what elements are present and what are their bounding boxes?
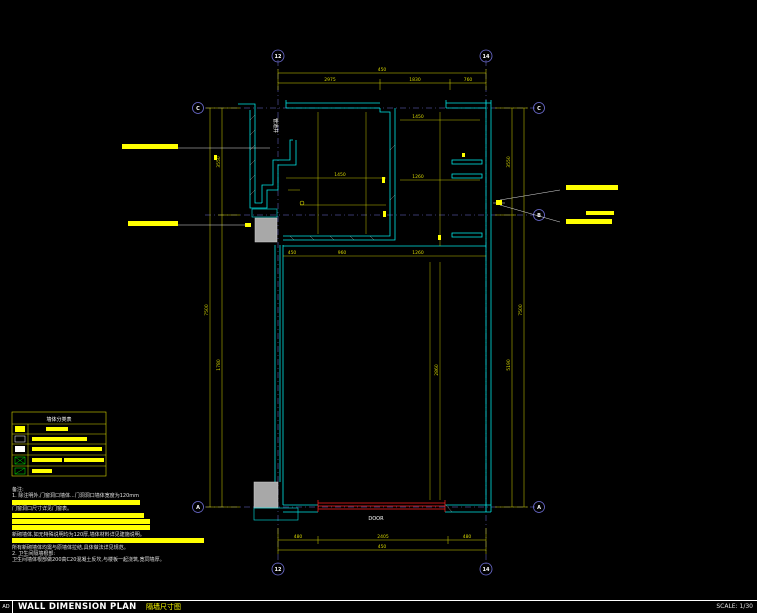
notes-highlight-row-5 [12, 538, 212, 544]
bottom-dimension-chain [277, 528, 487, 554]
interior-dim-6: 450 [288, 250, 297, 256]
legend-box: 墙体分类表 [11, 411, 107, 477]
title-bar-tag: AD [0, 601, 13, 613]
top-dim-seg-1: 2975 [324, 77, 336, 83]
svg-text:12: 12 [275, 54, 282, 60]
drawing-title: WALL DIMENSION PLAN [18, 602, 137, 612]
grid-bubble-col-left-bottom: 12 [271, 562, 285, 576]
svg-text:C: C [537, 106, 541, 112]
interior-dim-5: 960 [338, 250, 347, 256]
grid-bubble-row-top-left: C [192, 102, 204, 114]
column-block-upper [254, 217, 278, 243]
grid-bubble-col-right-bottom: 14 [479, 562, 493, 576]
svg-text:14: 14 [483, 567, 490, 573]
svg-text:A: A [537, 505, 541, 511]
bottom-dim-overall: 450 [378, 544, 387, 550]
svg-text:C: C [196, 106, 200, 112]
notes-block: 备注: 1. 除注明外,门窗洞口墙体...门洞洞口墙体宽度为120mm 门窗洞口… [12, 487, 212, 564]
drawing-scale: SCALE: 1/30 [716, 603, 753, 610]
annotation-highlight-6 [496, 200, 502, 205]
left-dim-outer: 7500 [204, 304, 210, 316]
svg-text:14: 14 [483, 54, 490, 60]
interior-dim-4: 1260 [412, 250, 424, 256]
left-dim-lower: 1780 [216, 359, 222, 371]
bottom-dim-seg-3: 480 [463, 534, 472, 540]
drawing-subtitle: 隔墙尺寸图 [146, 603, 181, 611]
annotation-highlight-7 [245, 223, 251, 227]
top-dim-overall: 450 [378, 67, 387, 73]
target-marker [299, 200, 305, 206]
interior-dim-3: 1260 [412, 174, 424, 180]
annotation-highlight-4 [586, 211, 614, 215]
top-dim-seg-2: 1830 [409, 77, 421, 83]
annotation-highlight-5 [566, 219, 612, 224]
grid-bubble-row-top-right: C [533, 102, 545, 114]
right-dim-upper: 3550 [506, 156, 512, 168]
door-label: DOOR [368, 516, 384, 522]
door-opening [317, 500, 446, 512]
column-block-cap-lower [253, 507, 299, 521]
column-block-lower [253, 481, 279, 509]
leaders [150, 147, 561, 226]
annotation-highlight-1 [122, 144, 178, 149]
annotation-highlight-2 [128, 221, 178, 226]
interior-dim-2: 1450 [412, 114, 424, 120]
markers [214, 153, 465, 240]
interior-dimensions [283, 112, 486, 500]
grid-bubble-row-bottom-right: A [533, 501, 545, 513]
title-bar: AD WALL DIMENSION PLAN 隔墙尺寸图 SCALE: 1/30 [0, 600, 757, 613]
walls [238, 100, 492, 513]
right-dim-lower: 5190 [506, 359, 512, 371]
shaft-note: 管道井 [272, 118, 279, 133]
right-dim-outer: 7500 [518, 304, 524, 316]
top-dim-seg-3: 760 [464, 77, 473, 83]
svg-text:12: 12 [275, 567, 282, 573]
bottom-dim-seg-2: 2405 [377, 534, 389, 540]
column-block-cap-upper [251, 208, 278, 218]
notes-line-7: 卫生间墙体根部做200高C20混凝土反坎,与楼板一起浇筑,宽同墙厚。 [12, 557, 165, 564]
bottom-dim-seg-1: 480 [294, 534, 303, 540]
left-dimension-chain [206, 107, 240, 508]
annotation-highlight-3 [566, 185, 618, 190]
interior-dim-7: 2860 [434, 364, 440, 376]
legend-title: 墙体分类表 [46, 416, 71, 423]
interior-dim-1: 1450 [334, 172, 346, 178]
